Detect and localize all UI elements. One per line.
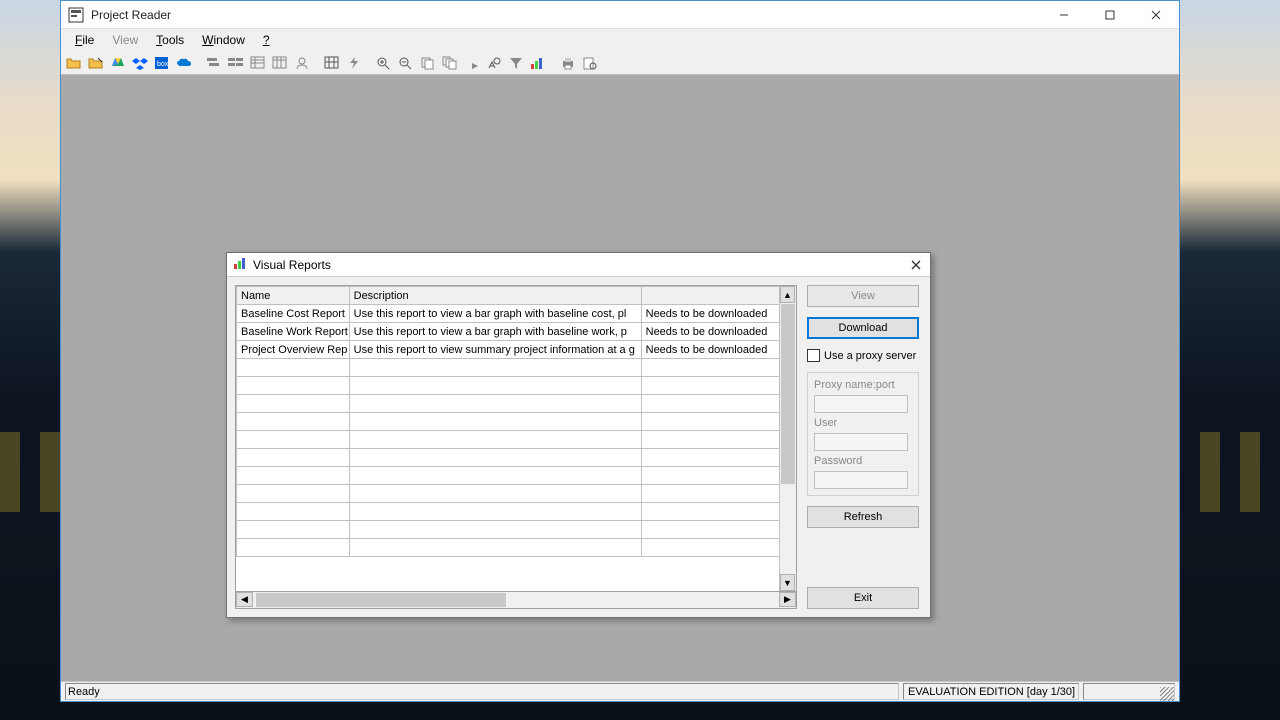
svg-text:box: box [157, 61, 169, 68]
scroll-thumb[interactable] [781, 304, 795, 484]
menu-window[interactable]: Window [194, 31, 253, 49]
task-usage-icon[interactable] [249, 54, 267, 72]
col-header-status[interactable] [641, 287, 795, 305]
use-proxy-checkbox[interactable] [807, 349, 820, 362]
grid-vertical-scrollbar[interactable]: ▲ ▼ [779, 286, 796, 591]
proxy-user-label: User [814, 417, 912, 429]
menu-file[interactable]: File [67, 31, 102, 49]
onedrive-icon[interactable] [175, 54, 193, 72]
proxy-password-label: Password [814, 455, 912, 467]
scroll-left-icon[interactable]: ◀ [236, 592, 253, 607]
dialog-close-button[interactable] [902, 254, 930, 276]
use-proxy-label: Use a proxy server [824, 350, 916, 362]
col-header-name[interactable]: Name [237, 287, 350, 305]
grid-horizontal-scrollbar[interactable]: ◀ ▶ [235, 592, 797, 609]
dropbox-icon[interactable] [131, 54, 149, 72]
resource-usage-icon[interactable] [271, 54, 289, 72]
app-icon [67, 6, 85, 24]
scroll-down-icon[interactable]: ▼ [780, 574, 795, 591]
close-button[interactable] [1133, 1, 1179, 29]
gantt-icon[interactable] [205, 54, 223, 72]
box-icon[interactable]: box [153, 54, 171, 72]
statusbar: Ready EVALUATION EDITION [day 1/30] [61, 681, 1179, 701]
toolbar: box [61, 51, 1179, 75]
google-drive-icon[interactable] [109, 54, 127, 72]
maximize-button[interactable] [1087, 1, 1133, 29]
proxy-name-label: Proxy name:port [814, 379, 912, 391]
view-button[interactable]: View [807, 285, 919, 307]
use-proxy-checkbox-row[interactable]: Use a proxy server [807, 349, 919, 362]
table-row[interactable]: Project Overview Rep Use this report to … [237, 341, 796, 359]
open-file-icon[interactable] [87, 54, 105, 72]
copy-icon[interactable] [419, 54, 437, 72]
lightning-icon[interactable] [345, 54, 363, 72]
find-icon[interactable] [485, 54, 503, 72]
resource-sheet-icon[interactable] [293, 54, 311, 72]
export-icon[interactable] [463, 54, 481, 72]
reports-grid[interactable]: Name Description Baseline Cost Report Us… [235, 285, 797, 592]
window-title: Project Reader [91, 8, 1041, 22]
proxy-user-input[interactable] [814, 433, 908, 451]
zoom-in-icon[interactable] [375, 54, 393, 72]
proxy-name-input[interactable] [814, 395, 908, 413]
titlebar: Project Reader [61, 1, 1179, 29]
table-row[interactable]: Baseline Work Report Use this report to … [237, 323, 796, 341]
scroll-right-icon[interactable]: ▶ [779, 592, 796, 607]
print-icon[interactable] [559, 54, 577, 72]
minimize-button[interactable] [1041, 1, 1087, 29]
download-button[interactable]: Download [807, 317, 919, 339]
tracking-gantt-icon[interactable] [227, 54, 245, 72]
scroll-thumb-h[interactable] [256, 593, 506, 607]
menu-help[interactable]: ? [255, 31, 278, 49]
chart-icon [233, 256, 247, 273]
status-text: Ready [65, 683, 899, 700]
open-folder-icon[interactable] [65, 54, 83, 72]
col-header-description[interactable]: Description [349, 287, 641, 305]
dialog-title: Visual Reports [253, 258, 902, 272]
visual-reports-icon[interactable] [529, 54, 547, 72]
menu-view[interactable]: View [104, 31, 146, 49]
zoom-out-icon[interactable] [397, 54, 415, 72]
status-edition: EVALUATION EDITION [day 1/30] [903, 683, 1079, 700]
menubar: File View Tools Window ? [61, 29, 1179, 51]
menu-tools[interactable]: Tools [148, 31, 192, 49]
dialog-titlebar: Visual Reports [227, 253, 930, 277]
table-row[interactable]: Baseline Cost Report Use this report to … [237, 305, 796, 323]
workspace: Visual Reports Name Description [61, 75, 1179, 681]
filter-icon[interactable] [507, 54, 525, 72]
copy-all-icon[interactable] [441, 54, 459, 72]
main-window: Project Reader File View Tools Window ? … [60, 0, 1180, 702]
status-grip [1083, 683, 1175, 700]
proxy-settings-group: Proxy name:port User Password [807, 372, 919, 496]
scroll-up-icon[interactable]: ▲ [780, 286, 795, 303]
exit-button[interactable]: Exit [807, 587, 919, 609]
refresh-button[interactable]: Refresh [807, 506, 919, 528]
print-preview-icon[interactable] [581, 54, 599, 72]
table-icon[interactable] [323, 54, 341, 72]
proxy-password-input[interactable] [814, 471, 908, 489]
visual-reports-dialog: Visual Reports Name Description [226, 252, 931, 618]
resize-grip-icon[interactable] [1160, 687, 1174, 701]
